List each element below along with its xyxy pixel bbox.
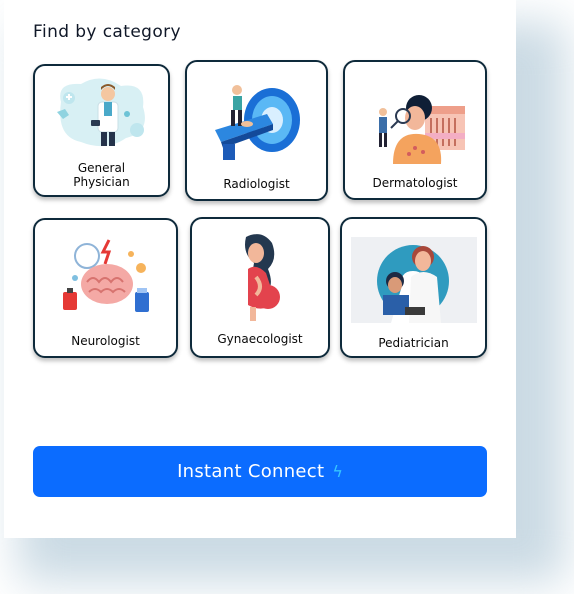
section-title: Find by category xyxy=(33,22,182,42)
category-label: Neurologist xyxy=(71,334,140,348)
category-dermatologist[interactable]: Dermatologist xyxy=(343,60,487,200)
category-card: Find by category General Physician Radio… xyxy=(4,0,516,538)
category-label: General Physician xyxy=(73,161,130,189)
category-label: Dermatologist xyxy=(372,176,458,190)
category-neurologist[interactable]: Neurologist xyxy=(33,218,178,358)
category-radiologist[interactable]: Radiologist xyxy=(185,60,328,201)
instant-connect-button[interactable]: Instant Connect ϟ xyxy=(33,446,487,497)
category-label: Radiologist xyxy=(223,177,290,191)
doctor-with-child-illustration xyxy=(351,237,477,323)
general-physician-illustration xyxy=(57,78,145,147)
category-pediatrician[interactable]: Pediatrician xyxy=(340,217,487,358)
skin-exam-illustration xyxy=(379,95,465,164)
category-label: Pediatrician xyxy=(378,336,449,350)
lightning-bolt-icon: ϟ xyxy=(332,462,343,481)
brain-illustration xyxy=(63,239,149,312)
pregnant-woman-illustration xyxy=(245,234,280,321)
instant-connect-label: Instant Connect xyxy=(177,461,325,482)
mri-scanner-illustration xyxy=(215,85,300,160)
category-general-physician[interactable]: General Physician xyxy=(33,64,170,197)
category-label: Gynaecologist xyxy=(217,332,303,346)
category-gynaecologist[interactable]: Gynaecologist xyxy=(190,217,330,358)
